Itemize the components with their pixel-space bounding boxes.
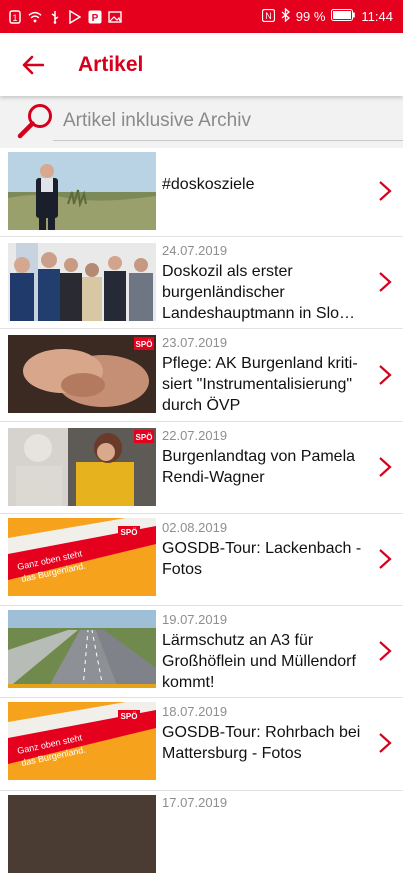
svg-text:N: N: [265, 11, 272, 21]
app-p-icon: P: [88, 10, 102, 24]
search-icon[interactable]: [16, 102, 56, 142]
page-title: Artikel: [78, 52, 144, 76]
article-date: 19.07.2019: [162, 612, 228, 627]
chevron-right-icon: [379, 181, 392, 201]
article-thumbnail: [8, 152, 156, 230]
wifi-icon: [28, 10, 42, 24]
bluetooth-icon: [281, 7, 290, 25]
article-row[interactable]: SPÖ Ganz oben steht das Burgenland. 18.0…: [0, 698, 403, 791]
article-thumbnail: SPÖ Ganz oben steht das Burgenland.: [8, 518, 156, 596]
chevron-right-icon: [379, 641, 392, 661]
search-placeholder: Artikel inklusive Archiv: [63, 110, 251, 131]
article-title: Pflege: AK Burgenland kriti-siert "Instr…: [162, 355, 358, 414]
spo-logo-text: SPÖ: [121, 528, 138, 537]
back-button[interactable]: [18, 50, 48, 80]
image-icon: [108, 10, 122, 24]
article-date: 17.07.2019: [162, 795, 228, 810]
chevron-right-icon: [379, 733, 392, 753]
svg-text:1: 1: [12, 13, 17, 23]
article-title: Burgenlandtag von Pamela Rendi-Wagner: [162, 448, 356, 486]
article-row[interactable]: 19.07.2019 Lärmschutz an A3 für Großhöfl…: [0, 606, 403, 698]
article-row[interactable]: 24.07.2019 Doskozil als erster burgenlän…: [0, 237, 403, 329]
article-date: 24.07.2019: [162, 243, 228, 258]
article-title: Lärmschutz an A3 für Großhöflein und Mül…: [162, 632, 356, 691]
article-thumbnail: [8, 795, 156, 873]
article-date: 22.07.2019: [162, 428, 228, 443]
article-row[interactable]: 17.07.2019: [0, 791, 403, 873]
svg-text:P: P: [92, 13, 99, 24]
article-thumbnail: SPÖ: [8, 335, 156, 413]
spo-logo-text: SPÖ: [121, 712, 138, 721]
article-title: Doskozil als erster burgenländischer Lan…: [162, 263, 356, 322]
article-thumbnail: [8, 243, 156, 321]
spo-logo-text: SPÖ: [136, 433, 153, 442]
article-row[interactable]: SPÖ 23.07.2019 Pflege: AK Burgenland kri…: [0, 329, 403, 422]
article-date: 18.07.2019: [162, 704, 228, 719]
spo-logo-text: SPÖ: [136, 340, 153, 349]
article-thumbnail: SPÖ: [8, 428, 156, 506]
play-store-icon: [68, 9, 82, 24]
chevron-right-icon: [379, 272, 392, 292]
article-row[interactable]: #doskosziele: [0, 148, 403, 237]
app-bar: Artikel: [0, 33, 403, 96]
chevron-right-icon: [379, 549, 392, 569]
usb-icon: [48, 10, 62, 24]
battery-percent: 99 %: [295, 9, 326, 24]
status-bar: 1 P N 99 % 11:44: [0, 0, 403, 33]
search-input[interactable]: Artikel inklusive Archiv: [53, 104, 403, 141]
chevron-right-icon: [379, 365, 392, 385]
article-title: GOSDB-Tour: Lackenbach - Fotos: [162, 540, 362, 578]
battery-icon: [331, 9, 356, 24]
arrow-back-icon: [22, 55, 44, 74]
article-date: 02.08.2019: [162, 520, 228, 535]
article-row[interactable]: SPÖ 22.07.2019 Burgenlandtag von Pamela …: [0, 422, 403, 514]
clock: 11:44: [361, 9, 393, 24]
notification-icon: 1: [8, 9, 22, 24]
article-thumbnail: [8, 610, 156, 688]
chevron-right-icon: [379, 457, 392, 477]
search-bar: Artikel inklusive Archiv: [0, 96, 403, 148]
article-thumbnail: SPÖ Ganz oben steht das Burgenland.: [8, 702, 156, 780]
nfc-icon: N: [261, 8, 275, 25]
article-row[interactable]: SPÖ Ganz oben steht das Burgenland. 02.0…: [0, 514, 403, 606]
article-title: #doskosziele: [162, 176, 255, 193]
article-title: GOSDB-Tour: Rohrbach bei Mattersburg - F…: [162, 724, 361, 762]
article-date: 23.07.2019: [162, 335, 228, 350]
